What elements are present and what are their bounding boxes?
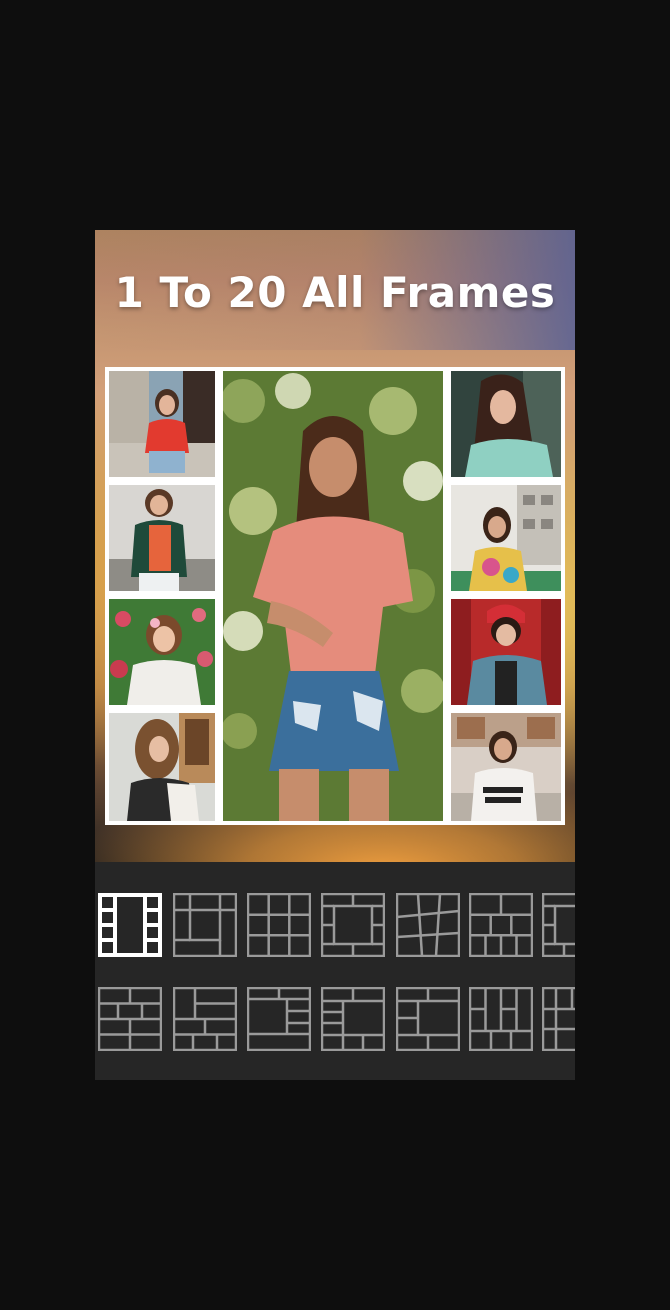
frame-layout-12-icon bbox=[396, 987, 460, 1051]
frame-layout-5-icon bbox=[396, 893, 460, 957]
collage-preview-area: 1 To 20 All Frames bbox=[95, 230, 575, 862]
photo-woman-tie-dye[interactable] bbox=[451, 485, 561, 591]
frame-layout-13-icon bbox=[469, 987, 533, 1051]
frame-layout-1-icon bbox=[98, 893, 162, 957]
frame-layout-10[interactable] bbox=[247, 987, 311, 1051]
frame-layout-7-icon bbox=[542, 893, 575, 957]
frame-layout-2-icon bbox=[173, 893, 237, 957]
frame-layout-8[interactable] bbox=[98, 987, 162, 1051]
frame-layout-6[interactable] bbox=[469, 893, 533, 957]
photo-woman-long-hair-room[interactable] bbox=[109, 713, 215, 821]
app-screen: 1 To 20 All Frames bbox=[95, 230, 575, 1080]
frame-layout-10-icon bbox=[247, 987, 311, 1051]
frame-layout-6-icon bbox=[469, 893, 533, 957]
frame-layout-panel bbox=[95, 862, 575, 1080]
frame-layout-14-icon bbox=[542, 987, 575, 1051]
collage-frame[interactable] bbox=[105, 367, 565, 825]
photo-woman-red-shirt-street[interactable] bbox=[109, 371, 215, 477]
page: 1 To 20 All Frames bbox=[0, 0, 670, 1310]
frame-layout-7[interactable] bbox=[542, 893, 575, 957]
photo-woman-white-knit[interactable] bbox=[451, 371, 561, 477]
photo-woman-flowers-lace[interactable] bbox=[109, 599, 215, 705]
frame-layout-1[interactable] bbox=[98, 893, 162, 957]
photo-woman-red-beanie[interactable] bbox=[451, 599, 561, 705]
photo-woman-dream-chasers[interactable] bbox=[451, 713, 561, 821]
frame-layout-3[interactable] bbox=[247, 893, 311, 957]
frame-layout-9-icon bbox=[173, 987, 237, 1051]
frame-layout-4-icon bbox=[321, 893, 385, 957]
photo-woman-green-jacket[interactable] bbox=[109, 485, 215, 591]
frame-layout-4[interactable] bbox=[321, 893, 385, 957]
frame-layout-5[interactable] bbox=[396, 893, 460, 957]
promo-title: 1 To 20 All Frames bbox=[114, 268, 556, 317]
frame-layout-14[interactable] bbox=[542, 987, 575, 1051]
frame-layout-12[interactable] bbox=[396, 987, 460, 1051]
frame-layout-3-icon bbox=[247, 893, 311, 957]
frame-layout-13[interactable] bbox=[469, 987, 533, 1051]
photo-woman-pink-shirt-center[interactable] bbox=[223, 371, 443, 821]
frame-layout-8-icon bbox=[98, 987, 162, 1051]
frame-layout-11-icon bbox=[321, 987, 385, 1051]
frame-layout-9[interactable] bbox=[173, 987, 237, 1051]
frame-layout-2[interactable] bbox=[173, 893, 237, 957]
frame-layout-11[interactable] bbox=[321, 987, 385, 1051]
